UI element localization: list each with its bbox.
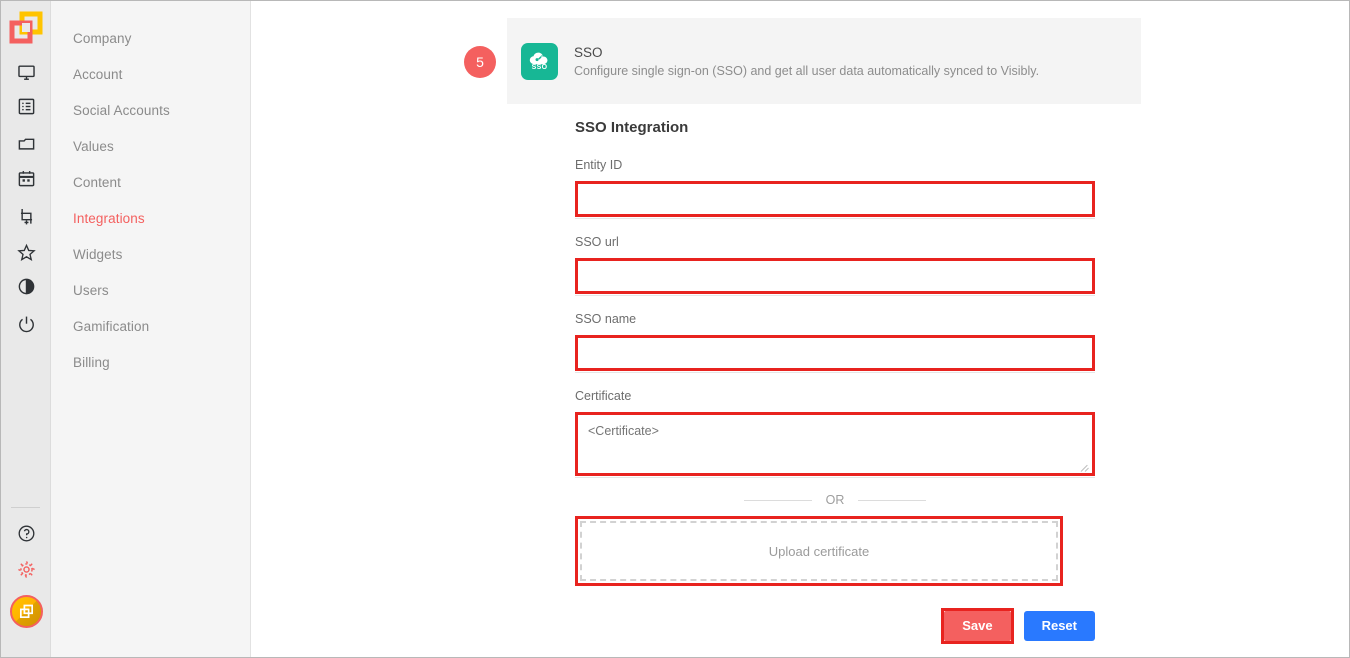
sso-url-label: SSO url <box>575 235 1095 249</box>
sso-name-underline <box>575 372 1095 373</box>
sso-banner-text: SSO Configure single sign-on (SSO) and g… <box>574 45 1039 78</box>
menu-item-widgets[interactable]: Widgets <box>51 237 250 273</box>
certificate-annotation-box <box>575 412 1095 476</box>
app-logo-squares[interactable] <box>9 11 43 45</box>
form-heading: SSO Integration <box>575 119 1095 136</box>
star-icon[interactable] <box>1 235 51 269</box>
entity-id-underline <box>575 218 1095 219</box>
sso-integration-form: SSO Integration Entity ID SSO url SSO na… <box>575 119 1095 644</box>
icon-rail <box>1 1 51 657</box>
menu-item-billing[interactable]: Billing <box>51 345 250 381</box>
settings-menu: Company Account Social Accounts Values C… <box>51 1 251 657</box>
sso-name-input[interactable] <box>578 338 1092 368</box>
power-icon[interactable] <box>1 307 51 341</box>
sso-banner: SSO SSO Configure single sign-on (SSO) a… <box>507 18 1141 104</box>
menu-item-values[interactable]: Values <box>51 129 250 165</box>
field-entity-id: Entity ID <box>575 158 1095 219</box>
menu-item-company[interactable]: Company <box>51 21 250 57</box>
sso-name-label: SSO name <box>575 312 1095 326</box>
reset-button[interactable]: Reset <box>1024 611 1095 641</box>
sso-url-underline <box>575 295 1095 296</box>
certificate-textarea[interactable] <box>578 415 1092 473</box>
pie-chart-icon[interactable] <box>1 269 51 303</box>
content-area: 5 SSO SSO Configure single sign-on (SSO)… <box>251 1 1349 657</box>
sso-banner-title: SSO <box>574 45 1039 60</box>
upload-certificate-dropzone[interactable]: Upload certificate <box>580 521 1058 581</box>
app-window: Company Account Social Accounts Values C… <box>0 0 1350 658</box>
menu-item-social-accounts[interactable]: Social Accounts <box>51 93 250 129</box>
user-avatar[interactable] <box>10 595 43 628</box>
field-sso-url: SSO url <box>575 235 1095 296</box>
sso-url-annotation-box <box>575 258 1095 294</box>
sso-name-annotation-box <box>575 335 1095 371</box>
or-line-right <box>858 500 926 501</box>
gear-icon[interactable] <box>1 554 51 584</box>
crop-icon[interactable] <box>1 199 51 233</box>
upload-annotation-box: Upload certificate <box>575 516 1063 586</box>
entity-id-annotation-box <box>575 181 1095 217</box>
or-divider: OR <box>575 492 1095 508</box>
save-annotation-box: Save <box>941 608 1013 644</box>
sso-cloud-key-icon: SSO <box>521 43 558 80</box>
menu-item-users[interactable]: Users <box>51 273 250 309</box>
step-badge: 5 <box>464 46 496 78</box>
field-sso-name: SSO name <box>575 312 1095 373</box>
sso-url-input[interactable] <box>578 261 1092 291</box>
sso-icon-label: SSO <box>532 64 548 71</box>
monitor-icon[interactable] <box>1 55 51 89</box>
save-button[interactable]: Save <box>944 611 1010 641</box>
list-panel-icon[interactable] <box>1 89 51 123</box>
or-line-left <box>744 500 812 501</box>
help-circle-icon[interactable] <box>1 518 51 548</box>
menu-item-account[interactable]: Account <box>51 57 250 93</box>
calendar-icon[interactable] <box>1 161 51 195</box>
certificate-label: Certificate <box>575 389 1095 403</box>
menu-item-content[interactable]: Content <box>51 165 250 201</box>
folder-icon[interactable] <box>1 127 51 161</box>
sso-banner-description: Configure single sign-on (SSO) and get a… <box>574 64 1039 78</box>
menu-item-gamification[interactable]: Gamification <box>51 309 250 345</box>
or-label: OR <box>826 493 845 507</box>
entity-id-input[interactable] <box>578 184 1092 214</box>
field-certificate: Certificate <box>575 389 1095 478</box>
certificate-underline <box>575 477 1095 478</box>
rail-divider <box>11 507 40 508</box>
entity-id-label: Entity ID <box>575 158 1095 172</box>
upload-certificate-label: Upload certificate <box>769 544 869 559</box>
form-actions: Save Reset <box>575 608 1095 644</box>
menu-item-integrations[interactable]: Integrations <box>51 201 250 237</box>
